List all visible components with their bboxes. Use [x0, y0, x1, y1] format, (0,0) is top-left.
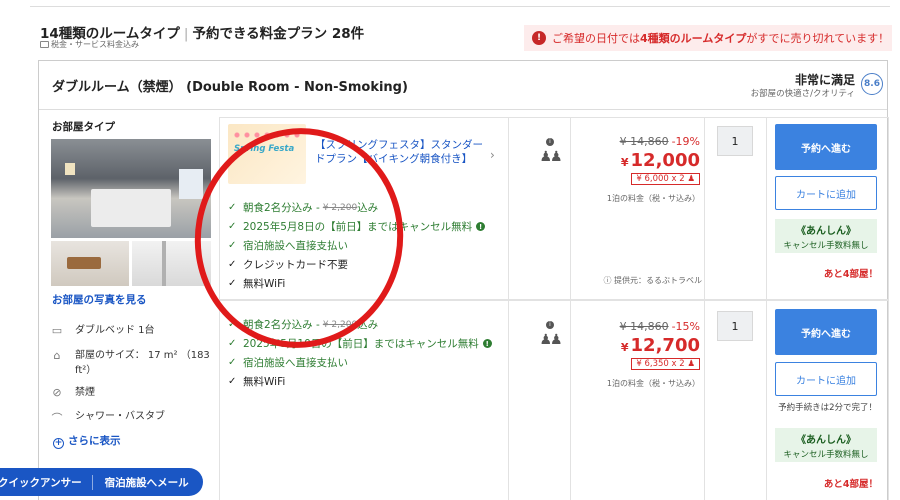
anshin-badge: 《あんしん》キャンセル手数料無し: [775, 428, 877, 462]
room-photo-thumb-1[interactable]: [51, 241, 129, 286]
shower-icon: ⌒: [51, 412, 63, 425]
inclusion-text: 宿泊施設へ直接支払い: [243, 357, 348, 369]
show-more-link[interactable]: + さらに表示: [53, 433, 121, 449]
occupancy: i ♟♟: [538, 128, 563, 165]
check-icon: ✓: [228, 338, 237, 349]
soldout-text-highlight: 4種類のルームタイプ: [640, 32, 747, 45]
original-price: ¥ 14,860 -19%: [620, 135, 700, 148]
check-icon: ✓: [228, 376, 237, 387]
reserve-button[interactable]: 予約へ進む: [775, 124, 877, 170]
current-price: ¥12,700: [621, 335, 700, 356]
room-type-label: お部屋タイプ: [52, 121, 115, 133]
rooms-left: あと4部屋！: [823, 269, 878, 280]
show-more-text: さらに表示: [68, 435, 121, 447]
column-divider: [766, 301, 767, 500]
soldout-text-prefix: ご希望の日付では: [552, 32, 640, 45]
reserve-button[interactable]: 予約へ進む: [775, 309, 877, 355]
room-title: ダブルルーム（禁煙） (Double Room - Non-Smoking): [52, 80, 408, 95]
top-divider: [30, 6, 890, 7]
feature-text: 部屋のサイズ： 17 m² （183 ft²）: [75, 350, 210, 376]
tax-note-text: 税金・サービス料金込み: [51, 40, 139, 49]
process-note: 予約手続きは2分で完了！: [778, 403, 877, 413]
rating-subtitle: お部屋の快適さ/クオリティ: [750, 89, 855, 99]
add-to-cart-button[interactable]: カートに追加: [775, 362, 877, 396]
card-divider: [39, 109, 887, 110]
provider-text: 提供元：るるぶトラベル: [614, 276, 702, 285]
strike-price: ¥ 14,860: [619, 320, 669, 333]
feature-text: 禁煙: [75, 387, 95, 398]
feature-room-size: ⌂ 部屋のサイズ： 17 m² （183 ft²）: [49, 349, 210, 378]
feature-no-smoking: ⊘ 禁煙: [49, 386, 95, 401]
per-person-price: ¥ 6,350 x 2 ♟: [631, 358, 700, 370]
anshin-badge: 《あんしん》キャンセル手数料無し: [775, 219, 877, 253]
feature-text: ダブルベッド 1台: [75, 325, 155, 336]
price-note: 1泊の料金（税・サ込み）: [606, 194, 700, 203]
inclusion-text: 無料WiFi: [243, 376, 286, 388]
feature-text: シャワー・バスタブ: [75, 411, 165, 422]
no-smoking-icon: ⊘: [52, 386, 62, 399]
room-card: ダブルルーム（禁煙） (Double Room - Non-Smoking) 非…: [38, 60, 889, 500]
column-divider: [570, 301, 571, 500]
feature-bed: ▭ ダブルベッド 1台: [49, 324, 155, 339]
column-divider: [508, 118, 509, 299]
room-photo-main[interactable]: [51, 139, 211, 238]
room-quantity-select[interactable]: 1: [717, 311, 753, 341]
two-persons-icon: ♟♟: [539, 149, 562, 165]
discount-badge: -19%: [671, 135, 700, 148]
tax-note: 税金・サービス料金込み: [40, 39, 139, 50]
rating-score-badge[interactable]: 8.6: [861, 73, 883, 95]
anshin-subtitle: キャンセル手数料無し: [783, 450, 869, 460]
price-value: 12,000: [630, 150, 700, 171]
original-price: ¥ 14,860 -15%: [620, 320, 700, 333]
email-property-button[interactable]: 宿泊施設へメール: [93, 475, 189, 490]
inclusion-wifi: ✓ 無料WiFi: [228, 374, 285, 389]
add-to-cart-button[interactable]: カートに追加: [775, 176, 877, 210]
rooms-left: あと4部屋！: [823, 479, 878, 490]
column-divider: [704, 118, 705, 299]
info-icon[interactable]: !: [476, 222, 486, 231]
floating-contact-bar: クイックアンサー 宿泊施設へメール: [0, 468, 203, 496]
room-size-icon: ⌂: [53, 349, 61, 362]
price-note: 1泊の料金（税・サ込み）: [606, 379, 700, 388]
anshin-subtitle: キャンセル手数料無し: [783, 241, 869, 251]
current-price: ¥12,000: [621, 150, 700, 171]
plus-icon: +: [53, 437, 64, 449]
see-photos-link[interactable]: お部屋の写真を見る: [52, 292, 147, 307]
occupancy: i ♟♟: [538, 311, 563, 348]
bed-icon: ▭: [51, 324, 63, 337]
check-icon: ✓: [228, 357, 237, 368]
two-persons-icon: ♟♟: [539, 332, 562, 348]
yen-sign: ¥: [620, 156, 629, 169]
receipt-icon: [40, 41, 49, 48]
alert-icon: !: [532, 31, 546, 45]
discount-badge: -15%: [671, 320, 700, 333]
anshin-title: 《あんしん》: [796, 226, 856, 237]
soldout-text-suffix: がすでに売り切れています！: [746, 32, 890, 45]
rating-label: 非常に満足: [794, 73, 855, 87]
room-quantity-select[interactable]: 1: [717, 126, 753, 156]
price-value: 12,700: [630, 335, 700, 356]
yen-sign: ¥: [620, 341, 629, 354]
column-divider: [508, 301, 509, 500]
chevron-right-icon[interactable]: ›: [490, 148, 495, 162]
strike-price: ¥ 14,860: [619, 135, 669, 148]
column-divider: [570, 118, 571, 299]
plan-count: 予約できる料金プラン 28件: [192, 26, 365, 42]
feature-shower: ⌒ シャワー・バスタブ: [49, 410, 166, 425]
heading-separator: |: [183, 26, 189, 42]
provider-note: ⓘ 提供元：るるぶトラベル: [603, 276, 702, 285]
info-icon[interactable]: !: [482, 339, 492, 348]
per-person-price: ¥ 6,000 x 2 ♟: [631, 173, 700, 185]
quick-answer-button[interactable]: クイックアンサー: [0, 474, 93, 490]
anshin-title: 《あんしん》: [796, 435, 856, 446]
column-divider: [766, 118, 767, 299]
soldout-banner: ! ご希望の日付では 4種類のルームタイプ がすでに売り切れています！: [524, 25, 892, 51]
info-icon[interactable]: i: [546, 137, 554, 146]
inclusion-pay-at-property: ✓ 宿泊施設へ直接支払い: [228, 355, 348, 370]
column-divider: [704, 301, 705, 500]
info-icon[interactable]: i: [546, 320, 554, 329]
